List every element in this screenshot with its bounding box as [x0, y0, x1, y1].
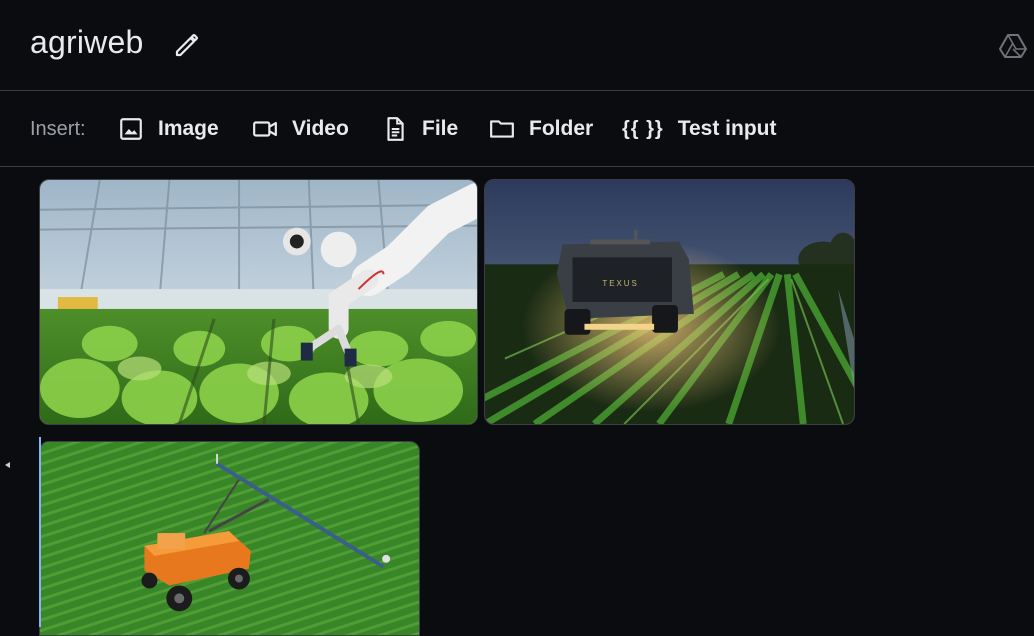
drive-button[interactable] [998, 30, 1028, 60]
file-button-label: File [422, 117, 459, 140]
image-tile-field-vehicle[interactable]: TEXUS [484, 179, 855, 425]
image-button-label: Image [158, 117, 219, 140]
header: agriweb [0, 0, 1034, 91]
insert-image-button[interactable]: Image [118, 109, 219, 149]
insert-folder-button[interactable]: Folder [489, 109, 593, 149]
selection-indicator [39, 437, 41, 627]
svg-text:TEXUS: TEXUS [602, 279, 638, 288]
resize-handle-icon[interactable] [4, 461, 12, 469]
braces-icon: {{ }} [622, 117, 664, 140]
folder-icon [490, 120, 514, 138]
insert-toolbar: Insert: Image Video File Folder {{ }} Te… [0, 91, 1034, 167]
image-icon [120, 118, 142, 140]
drive-icon [999, 34, 1027, 58]
image-tile-orange-robot[interactable] [39, 441, 420, 636]
video-button-label: Video [292, 117, 349, 140]
folder-button-label: Folder [529, 117, 594, 140]
image-gallery: TEXUS [0, 167, 1034, 636]
insert-test-input-button[interactable]: {{ }} Test input [622, 109, 776, 149]
insert-video-button[interactable]: Video [252, 109, 349, 149]
notebook-title[interactable]: agriweb [30, 24, 143, 61]
pencil-icon [175, 33, 199, 57]
insert-label: Insert: [30, 118, 86, 140]
orange-field-robot-image [40, 442, 419, 635]
image-tile-robotic-arm[interactable] [39, 179, 478, 425]
edit-title-button[interactable] [172, 30, 202, 60]
field-vehicle-dusk-image: TEXUS [485, 180, 854, 424]
test-input-button-label: Test input [677, 117, 777, 140]
robotic-arm-greenhouse-image [40, 180, 477, 424]
video-icon [253, 121, 277, 137]
file-icon [387, 117, 404, 141]
insert-file-button[interactable]: File [382, 109, 458, 149]
